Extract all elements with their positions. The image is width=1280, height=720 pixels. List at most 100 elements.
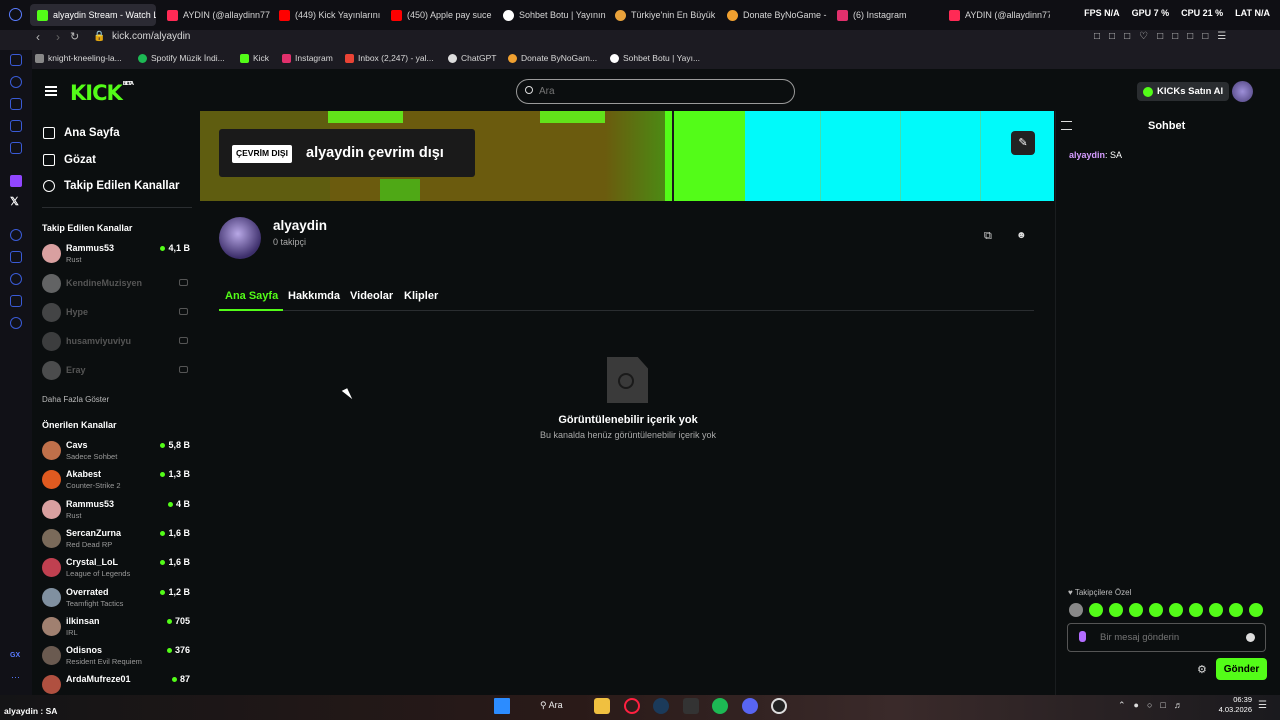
back-icon[interactable]: ‹ xyxy=(36,30,40,44)
recommended-channel[interactable]: Cavs Sadece Sohbet 5,8 B xyxy=(42,438,190,464)
obs-icon[interactable] xyxy=(771,698,787,714)
chat-settings-icon[interactable]: ⚙ xyxy=(1197,663,1207,676)
kick-logo[interactable]: KICKBETA xyxy=(70,81,134,105)
tab-3[interactable]: (450) Apple pay suce xyxy=(384,4,494,26)
recommended-channel[interactable]: Overrated Teamfight Tactics 1,2 B xyxy=(42,585,190,611)
chat-input[interactable] xyxy=(1067,623,1266,652)
followed-channel[interactable]: Hype xyxy=(42,300,190,326)
chat-username[interactable]: alyaydin xyxy=(1069,150,1105,160)
discord-icon[interactable] xyxy=(742,698,758,714)
bookmark-6[interactable]: Donate ByNoGam... xyxy=(508,53,597,63)
sidebar-app-icon[interactable] xyxy=(10,229,22,241)
followed-channel[interactable]: husamviyuviyu xyxy=(42,329,190,355)
history-icon[interactable] xyxy=(10,273,22,285)
share-icon[interactable]: ⧉ xyxy=(984,230,992,243)
channel-avatar[interactable] xyxy=(219,217,261,259)
more-icon[interactable]: ⋯ xyxy=(11,672,20,683)
status-text: alyaydin : SA xyxy=(4,706,58,716)
nav-home[interactable]: Ana Sayfa xyxy=(43,127,120,139)
tab-videos[interactable]: Videolar xyxy=(350,290,393,302)
bookmark-2[interactable]: Kick xyxy=(240,53,269,63)
sidebar-app-icon[interactable] xyxy=(10,98,22,110)
nav-browse[interactable]: Gözat xyxy=(43,154,96,166)
user-avatar[interactable] xyxy=(1232,81,1253,102)
followed-channel[interactable]: Rammus53 Rust 4,1 B xyxy=(42,241,190,267)
file-explorer-icon[interactable] xyxy=(594,698,610,714)
send-button[interactable]: Gönder xyxy=(1216,658,1267,680)
sidebar-app-icon[interactable] xyxy=(10,295,22,307)
steam-icon[interactable] xyxy=(653,698,669,714)
bookmark-5[interactable]: ChatGPT xyxy=(448,53,496,63)
channel-name: Hype xyxy=(66,307,89,317)
emote-icon[interactable] xyxy=(1129,603,1143,617)
bookmark-1[interactable]: Spotify Müzik İndi... xyxy=(138,53,225,63)
edit-banner-button[interactable]: ✎ xyxy=(1011,131,1035,155)
tab-6[interactable]: Donate ByNoGame - xyxy=(720,4,830,26)
emote-icon[interactable] xyxy=(1109,603,1123,617)
emote-icon[interactable] xyxy=(1209,603,1223,617)
collapse-chat-icon[interactable] xyxy=(1061,121,1072,130)
bookmark-3[interactable]: Instagram xyxy=(282,53,333,63)
tray-icons[interactable]: ⌃●○□♬ xyxy=(1118,700,1191,711)
tab-0[interactable]: alyaydin Stream - Watch L xyxy=(30,4,156,26)
microphone-icon[interactable] xyxy=(1079,631,1086,642)
bookmark-4[interactable]: Inbox (2,247) - yal... xyxy=(345,53,434,63)
user-settings-icon[interactable]: ☻ xyxy=(1016,230,1027,241)
buy-kicks-button[interactable]: KICKs Satın Al xyxy=(1137,82,1230,101)
nav-following[interactable]: Takip Edilen Kanallar xyxy=(43,180,179,192)
twitch-icon[interactable] xyxy=(10,175,22,187)
tab-4[interactable]: Sohbet Botu | Yayının xyxy=(496,4,606,26)
settings-icon[interactable] xyxy=(10,317,22,329)
clock[interactable]: 06:39 4.03.2026 xyxy=(1216,695,1252,715)
address-bar[interactable]: kick.com/alyaydin xyxy=(112,31,190,42)
tab-about[interactable]: Hakkımda xyxy=(288,290,340,302)
gx-icon[interactable]: GX xyxy=(10,652,20,659)
bookmark-0[interactable]: knight-kneeling-la... xyxy=(35,53,122,63)
recommended-channel[interactable]: ilkinsan IRL 705 xyxy=(42,614,190,640)
recommended-channel[interactable]: ArdaMufreze01 87 xyxy=(42,672,190,694)
emote-icon[interactable] xyxy=(1089,603,1103,617)
search-input[interactable] xyxy=(516,79,795,104)
tab-2[interactable]: (449) Kick Yayınlarını xyxy=(272,4,382,26)
show-more-link[interactable]: Daha Fazla Göster xyxy=(42,395,109,404)
emote-icon[interactable] xyxy=(1149,603,1163,617)
tab-7[interactable]: (6) Instagram xyxy=(830,4,940,26)
followed-channel[interactable]: Eray xyxy=(42,358,190,384)
emote-icon[interactable] xyxy=(1169,603,1183,617)
recommended-channel[interactable]: Odisnos Resident Evil Requiem 376 xyxy=(42,643,190,669)
windows-start-icon[interactable] xyxy=(494,698,510,714)
epic-games-icon[interactable] xyxy=(683,698,699,714)
sidebar-app-icon[interactable] xyxy=(10,76,22,88)
followed-channel[interactable]: KendineMuzisyen xyxy=(42,271,190,297)
spotify-icon[interactable] xyxy=(712,698,728,714)
emote-icon[interactable] xyxy=(1249,603,1263,617)
browse-icon xyxy=(43,154,55,166)
sidebar-app-icon[interactable] xyxy=(10,54,22,66)
taskbar-search[interactable]: ⚲ Ara xyxy=(540,700,563,711)
recommended-channel[interactable]: Rammus53 Rust 4 B xyxy=(42,497,190,523)
reload-icon[interactable]: ↻ xyxy=(70,30,79,43)
menu-icon[interactable] xyxy=(45,86,57,96)
notifications-icon[interactable]: ☰ xyxy=(1258,700,1267,711)
recommended-channel[interactable]: Crystal_LoL League of Legends 1,6 B xyxy=(42,555,190,581)
emoji-icon[interactable] xyxy=(1246,633,1255,642)
tab-8[interactable]: AYDIN (@allaydinn77) xyxy=(942,4,1050,26)
x-icon[interactable]: 𝕏 xyxy=(10,195,19,208)
tab-clips[interactable]: Klipler xyxy=(404,290,438,302)
emote-icon[interactable] xyxy=(1229,603,1243,617)
browser-menu-icon[interactable] xyxy=(9,8,22,21)
emote-icon[interactable] xyxy=(1189,603,1203,617)
recommended-channel[interactable]: Akabest Counter-Strike 2 1,3 B xyxy=(42,467,190,493)
opera-gx-icon[interactable] xyxy=(624,698,640,714)
tab-1[interactable]: AYDIN (@allaydinn77) xyxy=(160,4,270,26)
search-icon xyxy=(525,86,533,94)
recommended-channel[interactable]: SercanZurna Red Dead RP 1,6 B xyxy=(42,526,190,552)
tab-home[interactable]: Ana Sayfa xyxy=(225,290,278,302)
tab-5[interactable]: Türkiye'nin En Büyük xyxy=(608,4,718,26)
sidebar-app-icon[interactable] xyxy=(10,251,22,263)
emote-icon[interactable] xyxy=(1069,603,1083,617)
sidebar-app-icon[interactable] xyxy=(10,142,22,154)
sidebar-app-icon[interactable] xyxy=(10,120,22,132)
bookmark-7[interactable]: Sohbet Botu | Yayı... xyxy=(610,53,700,63)
forward-icon[interactable]: › xyxy=(56,30,60,44)
